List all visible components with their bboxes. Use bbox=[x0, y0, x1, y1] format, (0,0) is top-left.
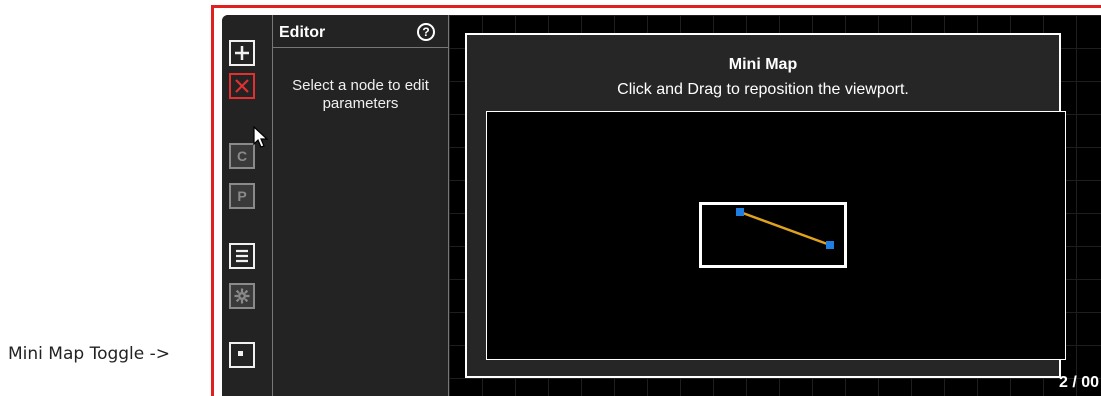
minimap-toggle-button[interactable] bbox=[229, 342, 255, 368]
c-button[interactable]: C bbox=[229, 143, 255, 169]
annotation-label: Mini Map Toggle -> bbox=[8, 344, 171, 364]
menu-button[interactable] bbox=[229, 243, 255, 269]
minimap-node bbox=[736, 208, 744, 216]
editor-panel: Editor ? Select a node to edit parameter… bbox=[273, 15, 449, 396]
plus-icon bbox=[235, 46, 249, 60]
settings-button[interactable] bbox=[229, 283, 255, 309]
add-button[interactable] bbox=[229, 40, 255, 66]
mouse-cursor-icon bbox=[253, 126, 269, 148]
minimap-icon bbox=[238, 351, 243, 356]
close-icon bbox=[235, 79, 249, 93]
minimap-subtitle: Click and Drag to reposition the viewpor… bbox=[617, 81, 909, 98]
stage: Mini Map Toggle -> C P Editor ? Select a… bbox=[0, 0, 1101, 396]
minimap-title: Mini Map bbox=[728, 56, 798, 73]
app-window: C P Editor ? Select a node to edit param… bbox=[222, 15, 1101, 396]
editor-title: Editor bbox=[279, 24, 326, 41]
toolbar: C P bbox=[222, 15, 273, 396]
p-button-label: P bbox=[237, 188, 247, 204]
minimap-node bbox=[826, 241, 834, 249]
editor-message: Select a node to edit parameters bbox=[292, 77, 429, 112]
p-button[interactable]: P bbox=[229, 183, 255, 209]
gear-icon bbox=[234, 288, 250, 304]
zoom-indicator: 2 / 00 bbox=[1058, 374, 1099, 391]
c-button-label: C bbox=[236, 148, 248, 164]
minimap-edge bbox=[739, 210, 831, 247]
editor-divider bbox=[273, 47, 448, 48]
help-icon[interactable]: ? bbox=[417, 23, 435, 41]
minimap-panel[interactable]: Mini Map Click and Drag to reposition th… bbox=[465, 33, 1066, 378]
minimap-view[interactable] bbox=[486, 111, 1066, 360]
list-icon bbox=[236, 249, 248, 263]
minimap-graph bbox=[736, 208, 834, 249]
delete-button[interactable] bbox=[229, 73, 255, 99]
graph-canvas[interactable]: Mini Map Click and Drag to reposition th… bbox=[449, 15, 1101, 396]
